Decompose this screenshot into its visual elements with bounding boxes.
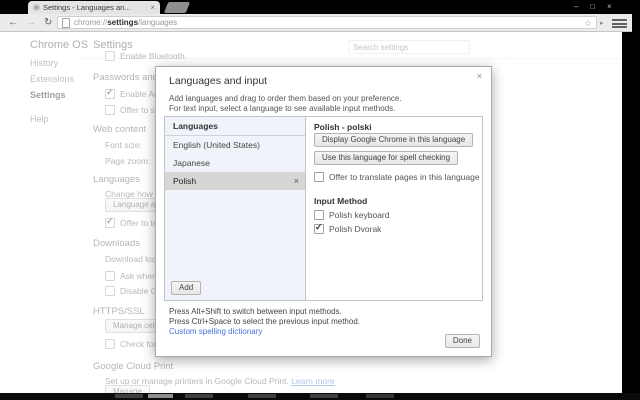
shelf-item xyxy=(185,394,213,398)
remove-language-icon[interactable]: × xyxy=(294,172,299,190)
shelf-item xyxy=(366,394,394,398)
checkbox-icon[interactable] xyxy=(105,339,115,349)
settings-page: Chrome OS Settings History Extensions Se… xyxy=(0,32,622,393)
window-maximize-icon[interactable]: □ xyxy=(590,2,595,12)
url-host: settings xyxy=(107,18,139,27)
sidebar-item-extensions[interactable]: Extensions xyxy=(30,74,74,84)
checkbox-checked-icon[interactable] xyxy=(314,222,324,234)
checkbox-label: Offer to translate pages in this languag… xyxy=(329,172,480,182)
note-line-2: Press Ctrl+Space to select the previous … xyxy=(169,316,360,326)
downloads-heading: Downloads xyxy=(93,238,140,249)
shortcut-notes: Press Alt+Shift to switch between input … xyxy=(169,307,360,326)
web-content-heading: Web content xyxy=(93,124,147,135)
search-settings-input[interactable] xyxy=(348,40,470,54)
window-close-icon[interactable]: × xyxy=(607,2,612,12)
shelf-item xyxy=(310,394,338,398)
done-button[interactable]: Done xyxy=(444,334,480,348)
forward-icon[interactable]: → xyxy=(26,16,36,29)
back-icon[interactable]: ← xyxy=(8,16,18,29)
language-detail-panel: Polish - polski Display Google Chrome in… xyxy=(306,117,482,300)
checkbox-icon[interactable] xyxy=(105,271,115,281)
font-size-label: Font size: xyxy=(105,140,142,150)
checkbox-icon[interactable] xyxy=(105,105,115,115)
custom-spelling-dictionary-link[interactable]: Custom spelling dictionary xyxy=(169,327,262,336)
tab-title: Settings - Languages an... xyxy=(43,3,131,12)
description-line-2: For text input, select a language to see… xyxy=(169,103,396,113)
page-title: Settings xyxy=(93,39,133,51)
use-spellcheck-language-button[interactable]: Use this language for spell checking xyxy=(314,151,459,165)
tab-close-icon[interactable]: × xyxy=(150,3,155,12)
product-title: Chrome OS xyxy=(30,39,89,51)
checkbox-label: Enable Bluetooth xyxy=(120,51,185,61)
checkbox-label: Polish keyboard xyxy=(329,210,390,220)
description-line-1: Add languages and drag to order them bas… xyxy=(169,94,402,103)
languages-list-header: Languages xyxy=(165,117,305,136)
sidebar-item-settings[interactable]: Settings xyxy=(30,90,66,100)
https-heading: HTTPS/SSL xyxy=(93,306,145,317)
extension-icon[interactable]: ▸ xyxy=(600,19,604,27)
dialog-title: Languages and input xyxy=(169,75,268,87)
page-zoom-label: Page zoom: xyxy=(105,156,151,166)
checkbox-icon[interactable] xyxy=(314,210,324,220)
checkbox-checked-icon[interactable] xyxy=(105,87,115,99)
add-language-button[interactable]: Add xyxy=(171,281,202,295)
offer-translate-checkbox[interactable]: Offer to translate pages in this languag… xyxy=(314,172,480,182)
url-bar[interactable]: chrome://settings/languages ☆ xyxy=(57,16,597,29)
checkbox-checked-icon[interactable] xyxy=(105,216,115,228)
learn-more-link[interactable]: Learn more xyxy=(291,376,334,386)
checkbox-label: Polish Dvorak xyxy=(329,224,382,234)
bookmark-star-icon[interactable]: ☆ xyxy=(584,18,592,28)
reload-icon[interactable]: ↻ xyxy=(44,16,52,29)
shelf-item xyxy=(148,394,173,398)
menu-icon[interactable] xyxy=(612,19,627,28)
input-method-header: Input Method xyxy=(314,196,368,206)
page-icon xyxy=(62,17,70,28)
dialog-close-icon[interactable]: × xyxy=(477,71,482,81)
polish-dvorak-checkbox[interactable]: Polish Dvorak xyxy=(314,222,382,234)
new-tab-button[interactable] xyxy=(163,2,191,13)
detail-title: Polish - polski xyxy=(314,122,372,132)
manage-printers-button[interactable]: Manage xyxy=(105,385,150,393)
languages-heading: Languages xyxy=(93,174,141,185)
window-minimize-icon[interactable]: – xyxy=(574,2,578,12)
languages-panel: Languages English (United States) Japane… xyxy=(164,116,483,301)
browser-tab[interactable]: Settings - Languages an... × xyxy=(28,1,160,14)
languages-list-panel: Languages English (United States) Japane… xyxy=(165,117,306,300)
settings-favicon-icon xyxy=(33,4,40,11)
languages-input-dialog: Languages and input × Add languages and … xyxy=(155,66,492,357)
sidebar-item-history[interactable]: History xyxy=(30,58,58,68)
shelf-item xyxy=(115,394,143,398)
checkbox-icon[interactable] xyxy=(314,172,324,182)
url-text: chrome://settings/languages xyxy=(74,18,580,27)
sidebar-item-help[interactable]: Help xyxy=(30,114,49,124)
display-chrome-language-button[interactable]: Display Google Chrome in this language xyxy=(314,133,474,147)
browser-toolbar: ← → ↻ chrome://settings/languages ☆ ▸ xyxy=(0,14,632,32)
language-item-english[interactable]: English (United States) xyxy=(165,136,305,154)
dialog-description: Add languages and drag to order them bas… xyxy=(169,94,402,113)
language-item-label: Polish xyxy=(173,176,197,186)
checkbox-icon[interactable] xyxy=(105,286,115,296)
polish-keyboard-checkbox[interactable]: Polish keyboard xyxy=(314,210,389,220)
language-item-polish[interactable]: Polish × xyxy=(165,172,305,190)
bluetooth-checkbox[interactable]: Enable Bluetooth xyxy=(105,51,185,61)
shelf-item xyxy=(248,394,276,398)
note-line-1: Press Alt+Shift to switch between input … xyxy=(169,307,342,316)
url-prefix: chrome:// xyxy=(74,18,108,27)
shelf-bar xyxy=(0,393,640,400)
language-item-japanese[interactable]: Japanese xyxy=(165,154,305,172)
url-path: /languages xyxy=(138,18,178,27)
checkbox-icon[interactable] xyxy=(105,51,115,61)
chromeos-screen: Settings - Languages an... × – □ × ← → ↻… xyxy=(0,0,640,400)
cloud-print-heading: Google Cloud Print xyxy=(93,361,174,372)
